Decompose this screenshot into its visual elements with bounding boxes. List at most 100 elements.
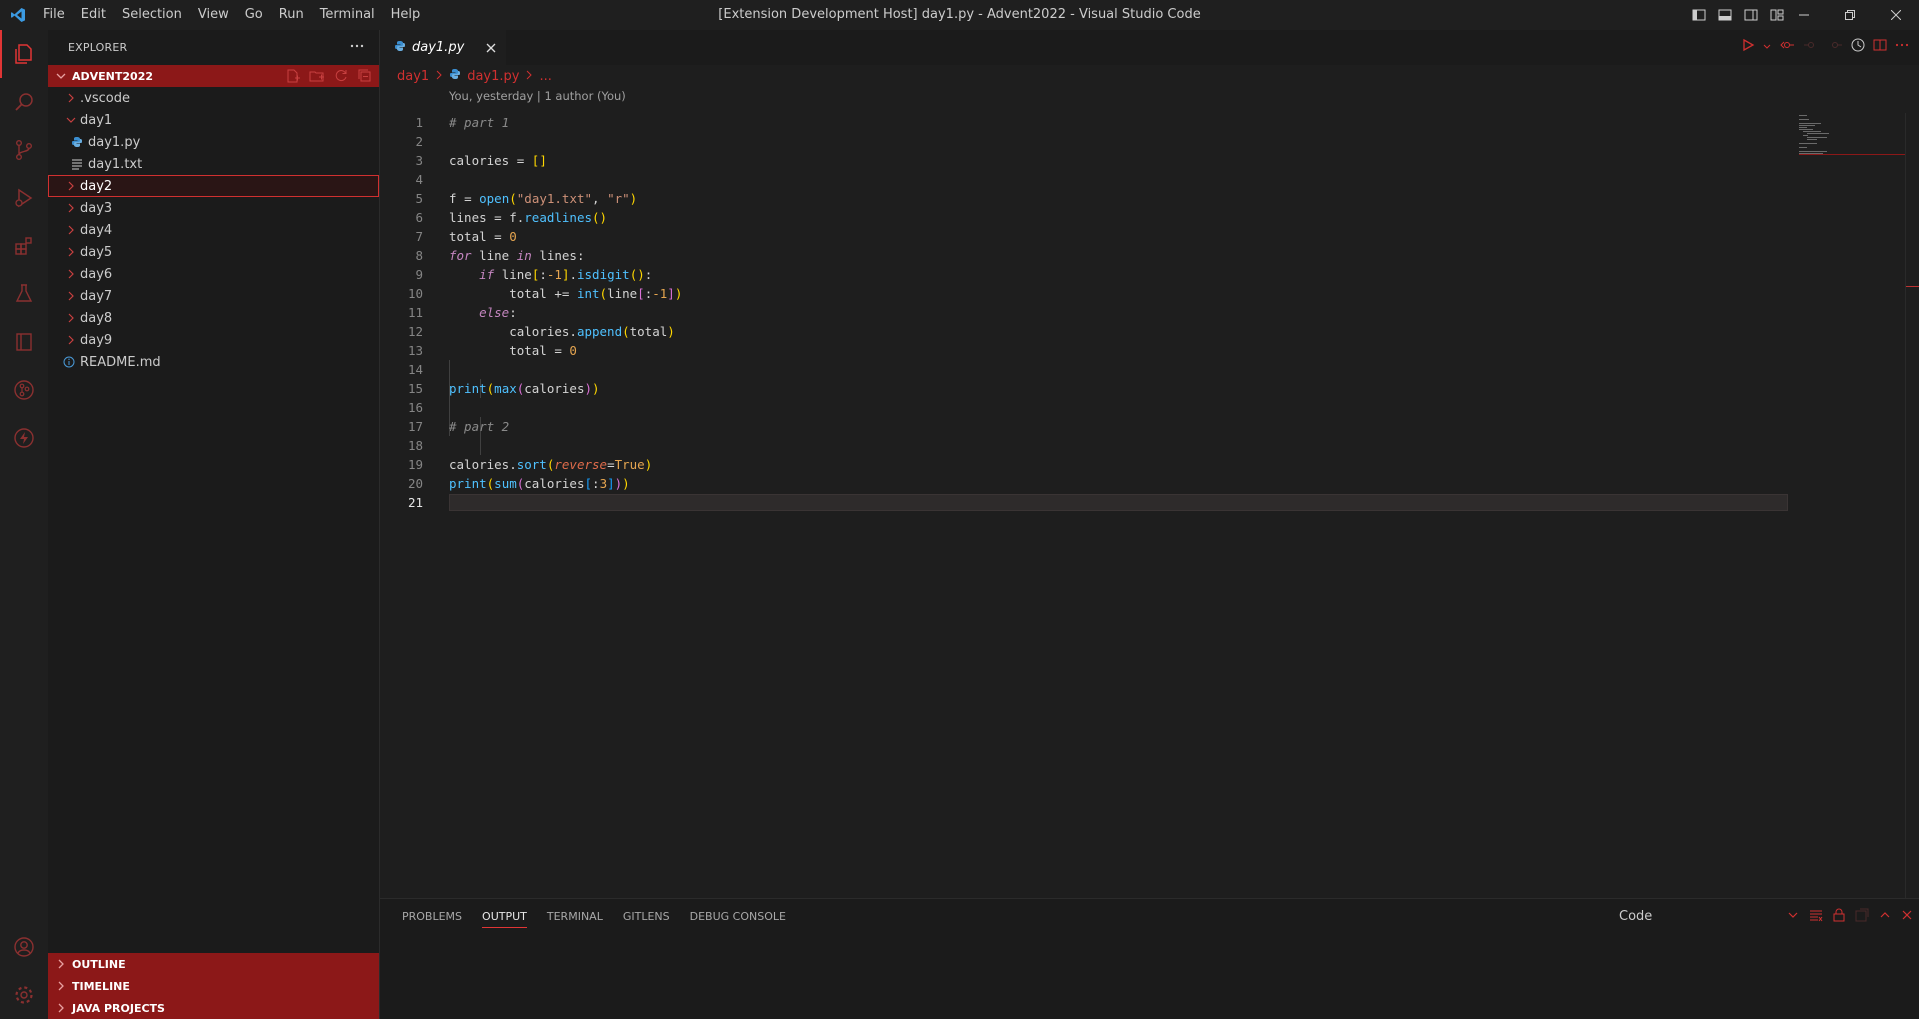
tree-item-day3[interactable]: day3 — [48, 197, 379, 219]
open-changes-icon[interactable] — [1779, 38, 1795, 56]
menu-file[interactable]: File — [35, 0, 73, 30]
chevron-down-icon — [64, 115, 78, 125]
tree-item-day4[interactable]: day4 — [48, 219, 379, 241]
close-icon[interactable] — [486, 43, 496, 53]
tree-item-day8[interactable]: day8 — [48, 307, 379, 329]
run-python-icon[interactable] — [1741, 38, 1755, 56]
code-line: 20 print(sum(calories[:3])) — [407, 476, 630, 491]
account-icon[interactable] — [0, 923, 48, 971]
menu-terminal[interactable]: Terminal — [312, 0, 383, 30]
output-channel-select[interactable]: Code — [1615, 906, 1765, 928]
tree-item-day5[interactable]: day5 — [48, 241, 379, 263]
tab-debug-console[interactable]: DEBUG CONSOLE — [680, 899, 796, 934]
tree-item-day1-py[interactable]: day1.py — [48, 131, 379, 153]
gitlens-blame-icon[interactable] — [1851, 38, 1865, 56]
workspace-header[interactable]: ADVENT2022 — [48, 65, 379, 87]
chevron-right-icon — [64, 291, 78, 301]
more-actions-icon[interactable] — [1895, 38, 1909, 56]
more-actions-icon[interactable] — [349, 38, 365, 57]
minimize-icon[interactable] — [1781, 0, 1827, 30]
chevron-down-icon[interactable] — [1787, 909, 1799, 925]
gitlens-codelens[interactable]: You, yesterday | 1 author (You) — [380, 87, 1919, 105]
code-line-current: 21 — [380, 493, 1840, 512]
tree-item-day1-txt[interactable]: day1.txt — [48, 153, 379, 175]
refresh-icon[interactable] — [333, 68, 349, 87]
new-file-icon[interactable] — [285, 68, 301, 87]
menu-run[interactable]: Run — [271, 0, 312, 30]
close-window-icon[interactable] — [1873, 0, 1919, 30]
previous-change-icon[interactable] — [1803, 38, 1819, 56]
tree-item-label: day4 — [80, 222, 113, 238]
code-line: 3 calories = [] — [415, 153, 547, 168]
menu-selection[interactable]: Selection — [114, 0, 190, 30]
restore-icon[interactable] — [1827, 0, 1873, 30]
open-in-editor-icon[interactable] — [1855, 908, 1869, 926]
testing-icon[interactable] — [0, 270, 48, 318]
timeline-section[interactable]: TIMELINE — [48, 975, 379, 997]
breadcrumb-file[interactable]: day1.py — [467, 69, 519, 84]
tab-problems[interactable]: PROBLEMS — [392, 899, 472, 934]
tab-day1-py[interactable]: day1.py — [380, 30, 507, 65]
tab-terminal[interactable]: TERMINAL — [537, 899, 613, 934]
tree-item-label: day3 — [80, 200, 113, 216]
tab-gitlens[interactable]: GITLENS — [613, 899, 680, 934]
tree-item-label: .vscode — [80, 90, 130, 106]
menu-go[interactable]: Go — [237, 0, 271, 30]
info-icon — [62, 356, 76, 368]
workspace-name: ADVENT2022 — [72, 69, 153, 83]
lightning-icon[interactable] — [0, 414, 48, 462]
tree-item-day1[interactable]: day1 — [48, 109, 379, 131]
run-debug-icon[interactable] — [0, 174, 48, 222]
split-editor-icon[interactable] — [1873, 38, 1887, 56]
toggle-secondary-sidebar-icon[interactable] — [1741, 5, 1761, 25]
menu-help[interactable]: Help — [383, 0, 429, 30]
lock-icon[interactable] — [1833, 908, 1845, 926]
menu-edit[interactable]: Edit — [73, 0, 114, 30]
tree-item-day7[interactable]: day7 — [48, 285, 379, 307]
code-line: 11 else: — [407, 305, 517, 320]
explorer-icon[interactable] — [0, 30, 48, 78]
layout-controls — [1689, 0, 1787, 30]
code-editor[interactable]: 1 # part 1 2 3 calories = [] 4 5f = open("… — [380, 113, 1840, 512]
manage-gear-icon[interactable] — [0, 971, 48, 1019]
tree-item-readme[interactable]: README.md — [48, 351, 379, 373]
new-folder-icon[interactable] — [309, 68, 325, 87]
chevron-down-icon[interactable] — [1763, 40, 1771, 55]
code-line: 4 — [415, 172, 423, 187]
code-line: 8 for line in lines: — [415, 248, 585, 263]
gitlens-icon[interactable] — [0, 366, 48, 414]
maximize-panel-icon[interactable] — [1879, 909, 1891, 925]
sidebar-title-label: EXPLORER — [68, 41, 128, 54]
menu-bar: File Edit Selection View Go Run Terminal… — [35, 0, 428, 30]
editor-scrollbar[interactable] — [1905, 113, 1919, 898]
tree-item-vscode[interactable]: .vscode — [48, 87, 379, 109]
breadcrumb-folder[interactable]: day1 — [397, 69, 429, 84]
chevron-down-icon — [56, 71, 68, 81]
source-control-icon[interactable] — [0, 126, 48, 174]
tree-item-label: day9 — [80, 332, 113, 348]
search-icon[interactable] — [0, 78, 48, 126]
chevron-right-icon — [64, 247, 78, 257]
collapse-all-icon[interactable] — [357, 68, 373, 87]
tree-item-day2[interactable]: day2 — [48, 175, 379, 197]
explorer-tools — [285, 68, 373, 87]
outline-section[interactable]: OUTLINE — [48, 953, 379, 975]
tab-label: day1.py — [412, 40, 465, 55]
remote-explorer-icon[interactable] — [0, 318, 48, 366]
java-projects-section[interactable]: JAVA PROJECTS — [48, 997, 379, 1019]
extensions-icon[interactable] — [0, 222, 48, 270]
tree-item-day6[interactable]: day6 — [48, 263, 379, 285]
breadcrumb-symbols[interactable]: ... — [539, 69, 551, 84]
tree-item-label: day5 — [80, 244, 113, 260]
toggle-panel-icon[interactable] — [1715, 5, 1735, 25]
close-panel-icon[interactable] — [1901, 909, 1913, 925]
code-line: 10 total += int(line[:-1]) — [407, 286, 683, 301]
chevron-right-icon — [64, 335, 78, 345]
clear-output-icon[interactable] — [1809, 908, 1823, 926]
toggle-primary-sidebar-icon[interactable] — [1689, 5, 1709, 25]
next-change-icon[interactable] — [1827, 38, 1843, 56]
tab-output[interactable]: OUTPUT — [472, 899, 537, 934]
tree-item-day9[interactable]: day9 — [48, 329, 379, 351]
minimap[interactable] — [1799, 113, 1909, 173]
menu-view[interactable]: View — [190, 0, 237, 30]
